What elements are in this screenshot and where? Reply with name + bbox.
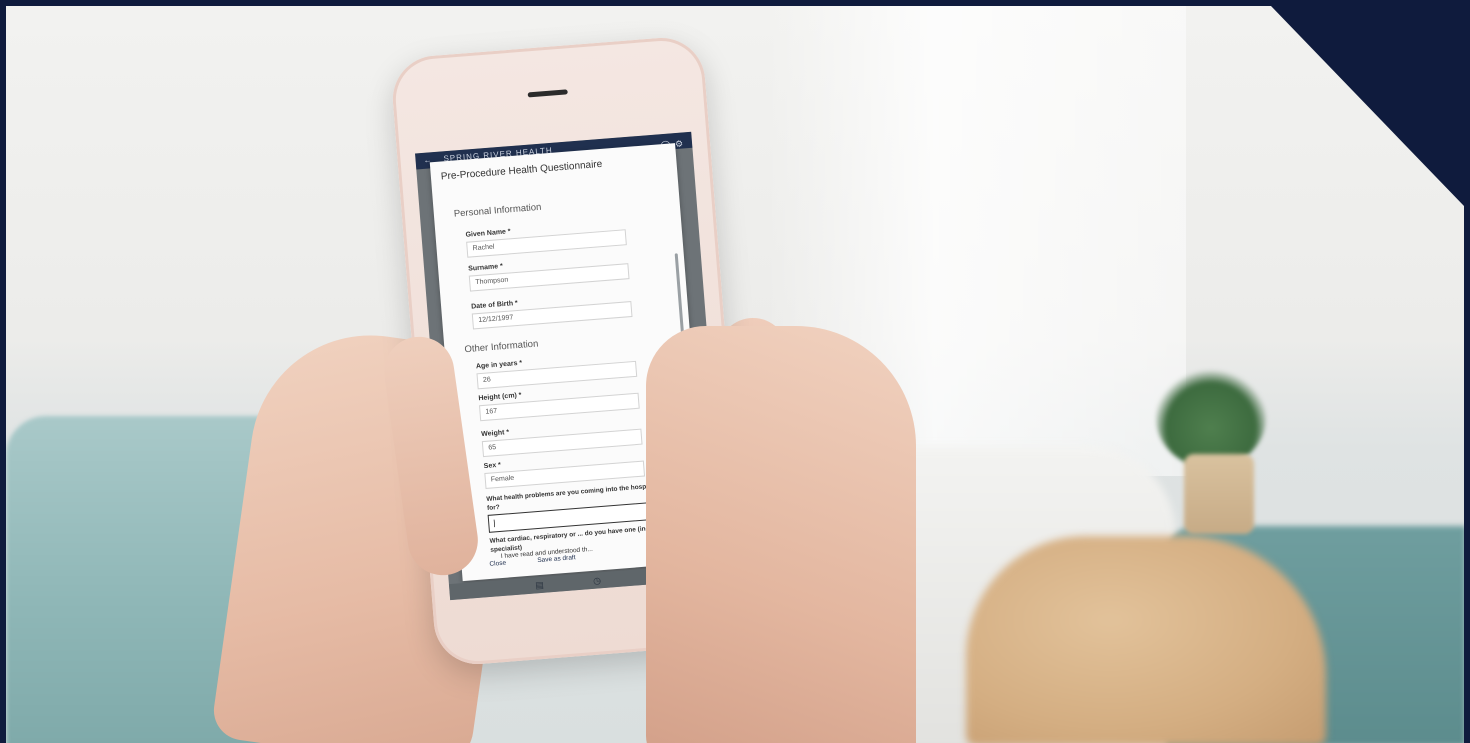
sex-label: Sex * — [483, 461, 502, 471]
settings-icon[interactable]: ⚙ — [675, 138, 685, 149]
age-label: Age in years * — [475, 359, 523, 371]
dob-label: Date of Birth * — [470, 299, 519, 311]
save-draft-button[interactable]: Save as draft — [537, 554, 576, 564]
close-button[interactable]: Close — [489, 560, 506, 568]
history-icon[interactable]: ◷ — [593, 575, 602, 587]
plant-leaves — [1156, 368, 1266, 468]
weight-label: Weight * — [481, 429, 510, 439]
modal-title: Pre-Procedure Health Questionnaire — [440, 158, 603, 183]
living-room-photo: ← SPRING RIVER HEALTH ◯ ⚙ Pre-Procedure … — [6, 6, 1464, 743]
phone-speaker — [527, 89, 568, 98]
plant-pot — [1184, 454, 1254, 534]
given-name-label: Given Name * — [465, 228, 511, 239]
section-other-information: Other Information — [464, 338, 539, 356]
right-hand — [646, 326, 916, 743]
height-label: Height (cm) * — [478, 391, 522, 403]
blanket — [966, 536, 1326, 743]
section-personal-information: Personal Information — [453, 201, 542, 220]
menu-icon[interactable]: ▤ — [535, 580, 544, 592]
surname-label: Surname * — [467, 262, 504, 273]
photo-stage: ← SPRING RIVER HEALTH ◯ ⚙ Pre-Procedure … — [0, 0, 1470, 743]
